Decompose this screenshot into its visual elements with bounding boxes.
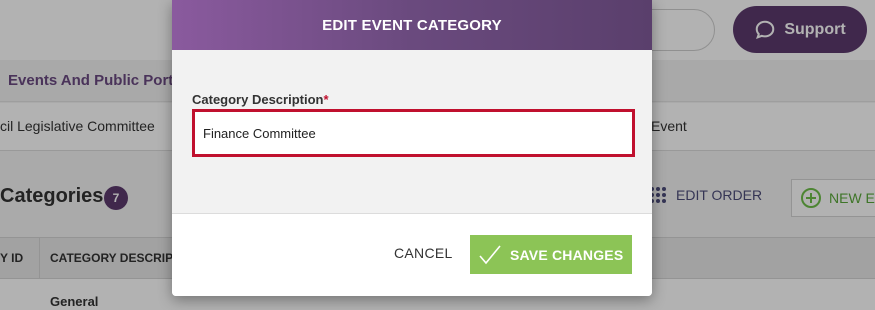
required-asterisk: * [323, 92, 329, 107]
edit-category-dialog: EDIT EVENT CATEGORY Category Description… [172, 0, 652, 296]
cancel-button[interactable]: CANCEL [394, 245, 453, 261]
category-description-label: Category Description* [192, 92, 329, 107]
dialog-body: Category Description* [172, 50, 652, 214]
checkmark-icon [479, 244, 501, 264]
dialog-footer: CANCEL SAVE CHANGES [172, 214, 652, 296]
dialog-title: EDIT EVENT CATEGORY [322, 16, 502, 34]
save-changes-button[interactable]: SAVE CHANGES [470, 235, 632, 274]
field-label-text: Category Description [192, 92, 324, 107]
category-description-input[interactable] [192, 109, 635, 157]
save-label: SAVE CHANGES [510, 246, 624, 263]
dialog-header: EDIT EVENT CATEGORY [172, 0, 652, 50]
